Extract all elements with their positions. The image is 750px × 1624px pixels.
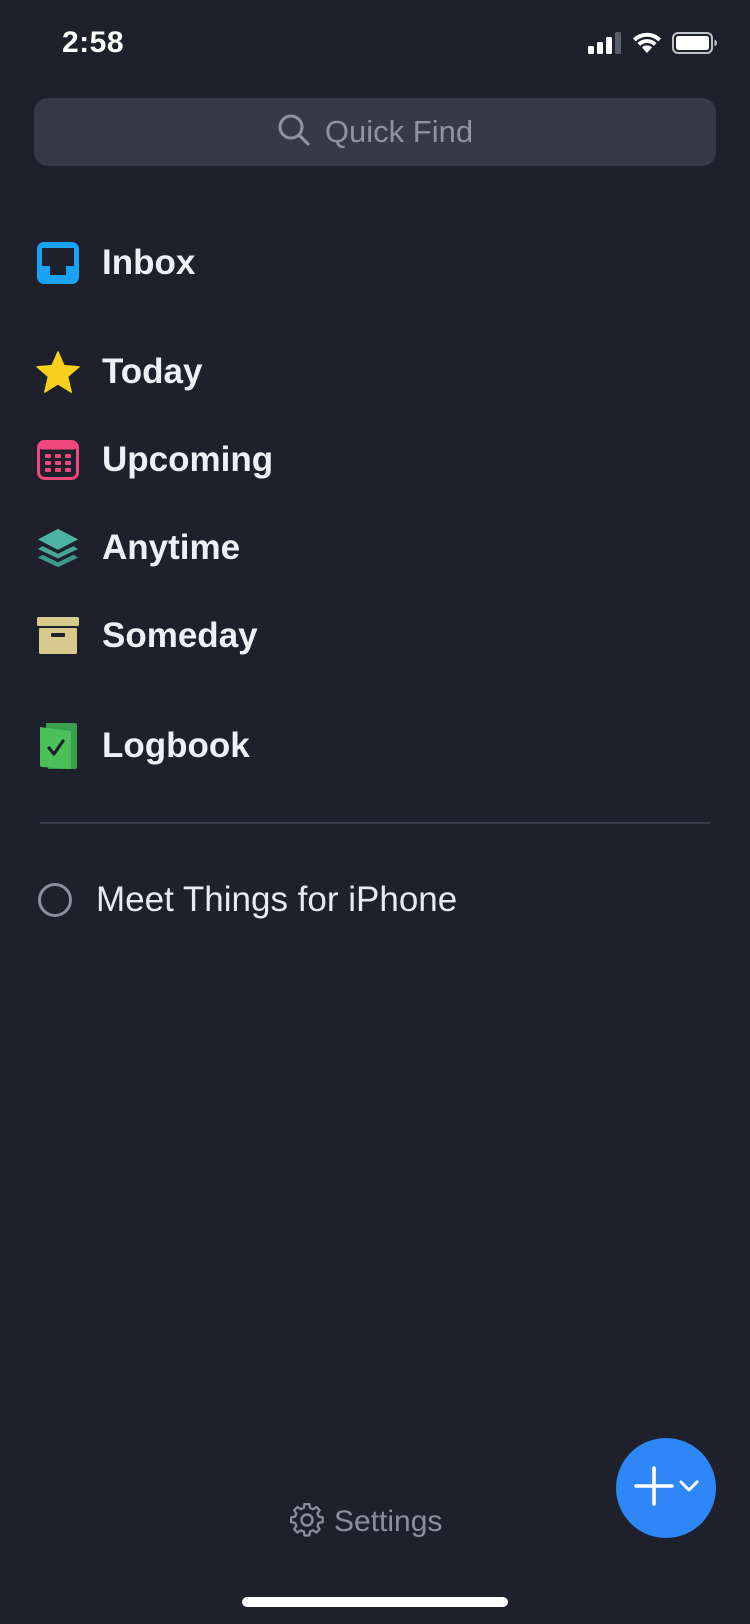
nav-label-today: Today xyxy=(102,352,203,391)
status-time: 2:58 xyxy=(62,26,125,59)
nav-label-anytime: Anytime xyxy=(102,528,241,567)
calendar-icon xyxy=(36,438,80,482)
home-indicator[interactable] xyxy=(242,1597,508,1607)
cellular-signal-icon xyxy=(588,32,622,59)
nav-label-someday: Someday xyxy=(102,616,258,655)
task-title: Meet Things for iPhone xyxy=(96,880,458,919)
nav-label-inbox: Inbox xyxy=(102,243,196,282)
sidebar-screen: 2:58 Quick Find Inbox Today Upcoming Any… xyxy=(0,0,750,1624)
archive-box-icon xyxy=(36,614,80,658)
wifi-icon xyxy=(632,32,662,59)
logbook-check-icon xyxy=(36,723,80,769)
gear-icon xyxy=(290,1502,324,1542)
settings-button[interactable]: Settings xyxy=(290,1500,442,1544)
nav-item-inbox[interactable]: Inbox xyxy=(36,233,195,293)
status-bar: 2:58 xyxy=(0,0,750,90)
nav-item-logbook[interactable]: Logbook xyxy=(36,716,250,776)
nav-label-logbook: Logbook xyxy=(102,726,250,765)
inbox-tray-icon xyxy=(36,241,80,285)
status-icons xyxy=(588,32,718,59)
star-icon xyxy=(36,350,80,394)
task-checkbox[interactable] xyxy=(38,883,72,917)
nav-item-upcoming[interactable]: Upcoming xyxy=(36,430,273,490)
nav-item-anytime[interactable]: Anytime xyxy=(36,518,240,578)
quick-find-search[interactable]: Quick Find xyxy=(34,98,716,166)
nav-item-today[interactable]: Today xyxy=(36,342,202,402)
nav-item-someday[interactable]: Someday xyxy=(36,606,258,666)
nav-label-upcoming: Upcoming xyxy=(102,440,274,479)
section-divider xyxy=(40,822,710,824)
chevron-down-icon xyxy=(679,1479,699,1497)
layers-icon xyxy=(36,526,80,570)
settings-label: Settings xyxy=(334,1505,443,1538)
list-item[interactable]: Meet Things for iPhone xyxy=(38,878,457,922)
battery-icon xyxy=(672,32,718,59)
search-placeholder: Quick Find xyxy=(324,114,474,149)
search-icon xyxy=(277,113,311,152)
add-new-button[interactable] xyxy=(616,1438,716,1538)
plus-icon xyxy=(633,1465,675,1512)
